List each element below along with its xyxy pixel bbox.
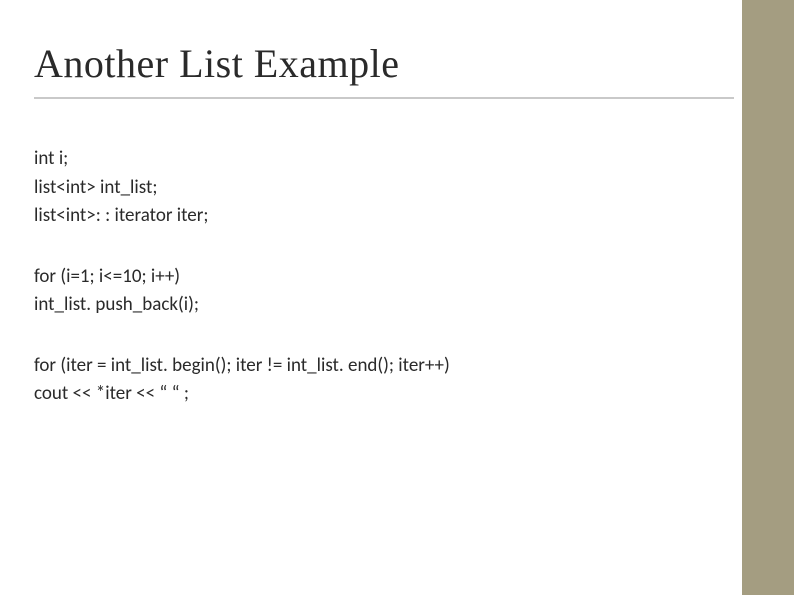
code-block-3: for (iter = int_list. begin(); iter != i… (34, 352, 734, 409)
slide-content: Another List Example int i; list<int> in… (0, 0, 794, 409)
code-line: for (iter = int_list. begin(); iter != i… (34, 352, 734, 381)
code-block-2: for (i=1; i<=10; i++) int_list. push_bac… (34, 263, 734, 320)
code-line: int i; (34, 145, 734, 174)
code-line: list<int>: : iterator iter; (34, 202, 734, 231)
code-line: list<int> int_list; (34, 174, 734, 203)
code-line: cout << *iter << “ “ ; (34, 380, 734, 409)
slide-title: Another List Example (34, 40, 734, 99)
code-line: int_list. push_back(i); (34, 291, 734, 320)
accent-sidebar (742, 0, 794, 595)
code-line: for (i=1; i<=10; i++) (34, 263, 734, 292)
code-block-1: int i; list<int> int_list; list<int>: : … (34, 145, 734, 231)
